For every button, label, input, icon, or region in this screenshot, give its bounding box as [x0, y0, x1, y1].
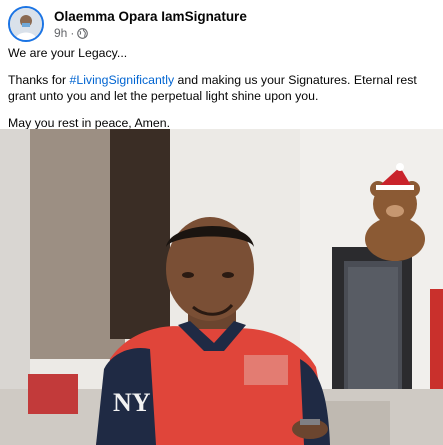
post-paragraph: Thanks for #LivingSignificantly and maki… — [8, 72, 434, 104]
photo-image: NY — [0, 129, 443, 445]
post-timestamp[interactable]: 9h — [54, 26, 67, 41]
author-name[interactable]: Olaemma Opara IamSignature — [54, 8, 247, 25]
post-photo[interactable]: NY — [0, 129, 443, 445]
meta-separator: · — [70, 25, 75, 40]
post-body: We are your Legacy... Thanks for #Living… — [8, 45, 434, 142]
shirt-print-text: NY — [113, 388, 151, 417]
post-text: Thanks for — [8, 73, 70, 87]
hashtag-link[interactable]: #LivingSignificantly — [70, 73, 175, 87]
avatar-image — [10, 8, 42, 40]
post-header: Olaemma Opara IamSignature 9h · — [8, 6, 247, 42]
post-paragraph: We are your Legacy... — [8, 46, 128, 60]
globe-icon[interactable] — [77, 27, 89, 39]
author-info: Olaemma Opara IamSignature 9h · — [54, 8, 247, 41]
author-avatar[interactable] — [8, 6, 44, 42]
post-meta: 9h · — [54, 26, 247, 41]
facebook-post: Olaemma Opara IamSignature 9h · We are y… — [0, 0, 443, 445]
